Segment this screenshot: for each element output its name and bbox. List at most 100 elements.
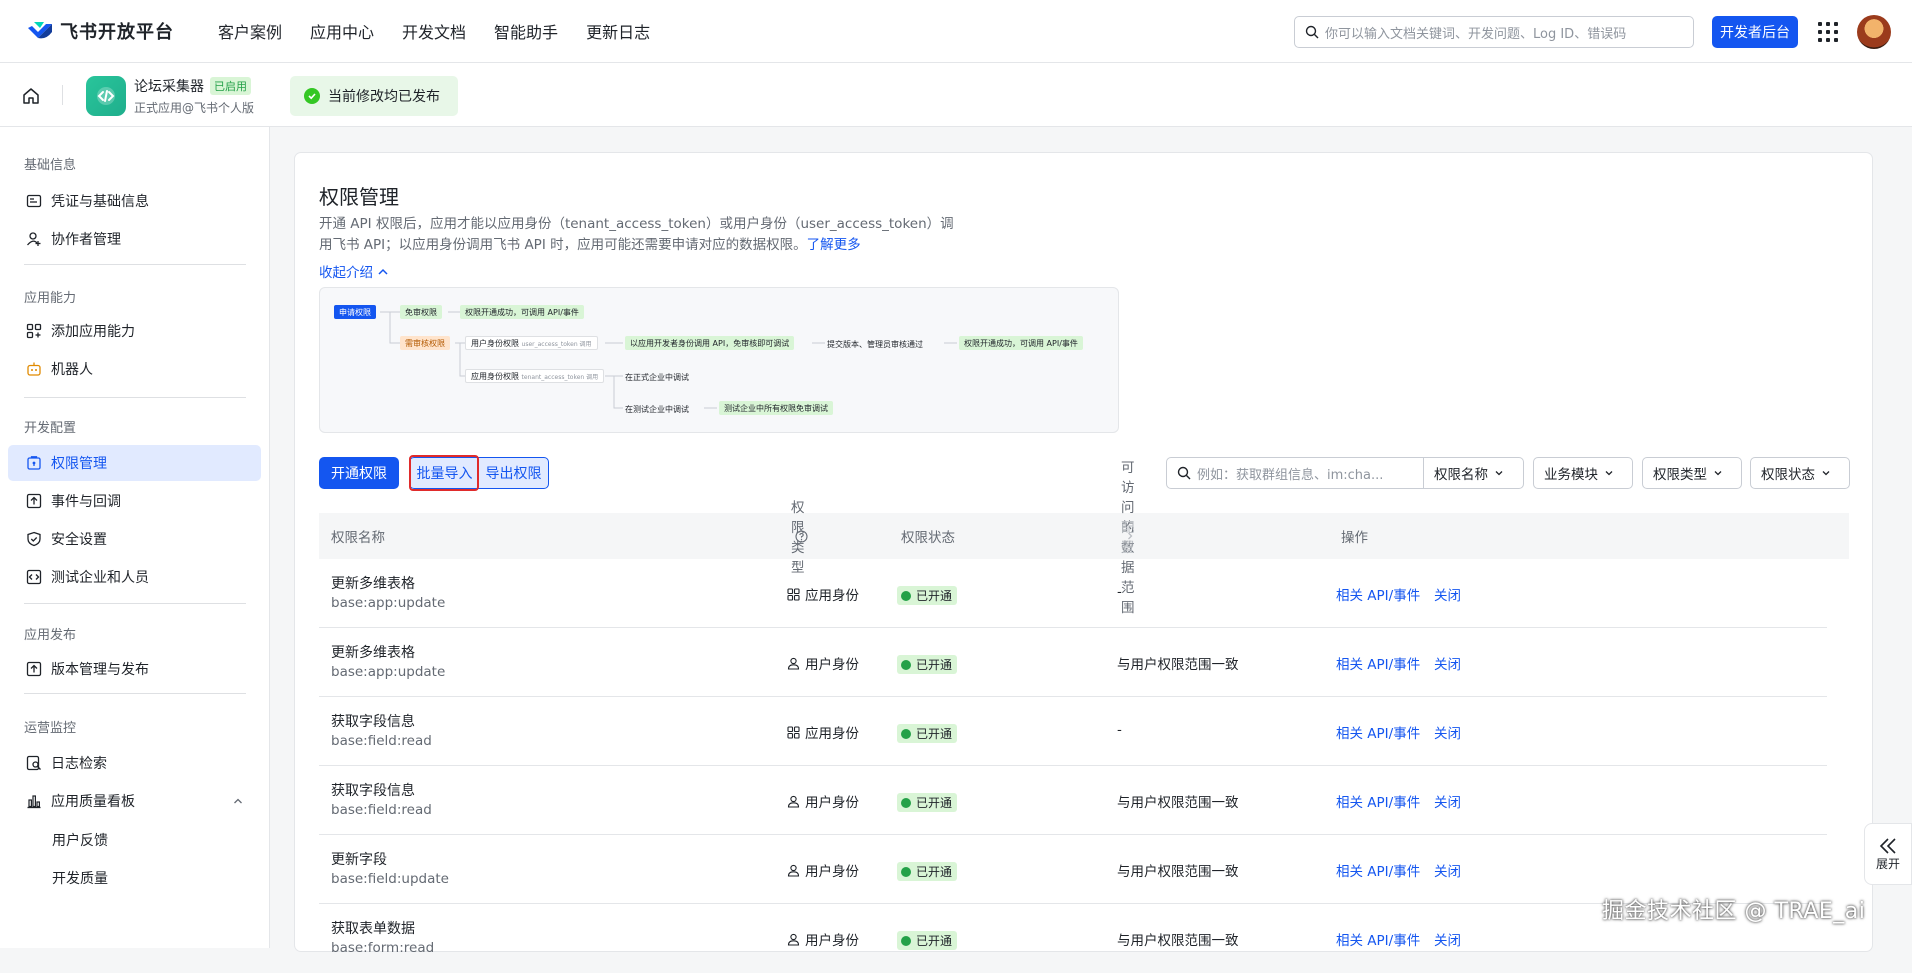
chevron-up-icon[interactable] <box>232 795 244 807</box>
flow-formal-node: 在正式企业中调试 <box>625 373 689 382</box>
app-grid-icon <box>787 587 800 601</box>
sidebar-item-label: 应用质量看板 <box>51 794 135 810</box>
permission-name: 获取表单数据 <box>331 921 415 937</box>
flow-test-node: 在测试企业中调试 <box>625 405 689 414</box>
check-circle-icon <box>901 728 911 739</box>
publish-status-text: 当前修改均已发布 <box>328 89 440 105</box>
close-permission-link[interactable]: 关闭 <box>1434 653 1461 673</box>
flow-free-node: 免审权限 <box>400 305 442 319</box>
permission-code: base:field:read <box>331 733 432 749</box>
chevron-up-icon <box>378 268 388 275</box>
brand-logo[interactable]: 飞书开放平台 <box>26 18 174 44</box>
data-scope: 与用户权限范围一致 <box>1117 657 1239 673</box>
collapse-intro-toggle[interactable]: 收起介绍 <box>319 261 389 281</box>
permission-code: base:field:update <box>331 871 449 887</box>
header-actions: 操作 <box>1341 530 1368 546</box>
global-search-input[interactable]: 你可以输入文档关键词、开发问题、Log ID、错误码 <box>1294 16 1694 48</box>
expand-panel-button[interactable]: 展开 <box>1864 823 1912 885</box>
developer-console-button[interactable]: 开发者后台 <box>1712 16 1798 48</box>
export-permission-button[interactable]: 导出权限 <box>479 458 548 488</box>
sidebar-subitem-user-feedback[interactable]: 用户反馈 <box>52 830 108 850</box>
app-icon <box>86 76 126 116</box>
sidebar-section-app-abilities: 应用能力 <box>24 291 77 306</box>
apps-grid-icon[interactable] <box>1818 22 1838 42</box>
close-permission-link[interactable]: 关闭 <box>1434 929 1461 949</box>
user-add-icon <box>27 232 41 246</box>
nav-app-center[interactable]: 应用中心 <box>310 19 374 43</box>
brand-name: 飞书开放平台 <box>60 22 174 43</box>
permission-type-filter[interactable]: 权限类型 <box>1642 457 1742 489</box>
permission-status-filter[interactable]: 权限状态 <box>1750 457 1850 489</box>
nav-ai-assistant[interactable]: 智能助手 <box>494 19 558 43</box>
related-api-link[interactable]: 相关 API/事件 <box>1336 584 1420 604</box>
app-grid-icon <box>787 725 800 739</box>
check-circle-icon <box>901 866 911 877</box>
nav-dev-docs[interactable]: 开发文档 <box>402 19 466 43</box>
status-badge: 已开通 <box>897 586 958 605</box>
sidebar-subitem-dev-quality[interactable]: 开发质量 <box>52 868 108 888</box>
sidebar-item-add-ability[interactable]: 添加应用能力 <box>8 313 261 349</box>
sidebar-divider <box>24 264 246 265</box>
close-permission-link[interactable]: 关闭 <box>1434 791 1461 811</box>
sidebar-item-security[interactable]: 安全设置 <box>8 521 261 557</box>
close-permission-link[interactable]: 关闭 <box>1434 584 1461 604</box>
chevron-down-icon <box>1605 471 1613 476</box>
sidebar-item-credentials[interactable]: 凭证与基础信息 <box>8 183 261 219</box>
sidebar-item-bot[interactable]: 机器人 <box>8 351 261 387</box>
user-icon <box>787 933 800 946</box>
status-badge: 已开通 <box>897 862 958 881</box>
permission-flow-diagram: 申请权限 免审权限 权限开通成功，可调用 API/事件 需审核权限 用户身份权限… <box>319 287 1119 433</box>
related-api-link[interactable]: 相关 API/事件 <box>1336 860 1420 880</box>
publish-status-banner: 当前修改均已发布 <box>290 76 458 116</box>
related-api-link[interactable]: 相关 API/事件 <box>1336 791 1420 811</box>
flow-app-token-node: 应用身份权限 tenant_access_token 调用 <box>465 369 605 383</box>
sidebar-item-label: 凭证与基础信息 <box>51 194 149 210</box>
nav-changelog[interactable]: 更新日志 <box>586 19 650 43</box>
nav-customer-cases[interactable]: 客户案例 <box>218 19 282 43</box>
flow-test-result-node: 测试企业中所有权限免审调试 <box>719 401 833 415</box>
home-icon[interactable] <box>22 87 40 105</box>
id-card-icon <box>26 194 42 208</box>
status-badge: 已开通 <box>897 931 958 950</box>
chevron-down-icon <box>1714 471 1722 476</box>
check-circle-icon <box>901 590 911 601</box>
check-circle-icon <box>901 935 911 946</box>
related-api-link[interactable]: 相关 API/事件 <box>1336 722 1420 742</box>
learn-more-link[interactable]: 了解更多 <box>807 237 861 253</box>
status-badge: 已开通 <box>897 724 958 743</box>
table-row: 获取字段信息 base:field:read 应用身份 已开通 - 相关 API… <box>319 697 1827 766</box>
flow-free-result-node: 权限开通成功，可调用 API/事件 <box>460 305 584 319</box>
close-permission-link[interactable]: 关闭 <box>1434 860 1461 880</box>
search-field-select[interactable]: 权限名称 <box>1423 457 1524 489</box>
close-permission-link[interactable]: 关闭 <box>1434 722 1461 742</box>
sidebar-section-monitoring: 运营监控 <box>24 721 77 736</box>
user-avatar[interactable] <box>1857 15 1891 49</box>
sidebar-item-test-enterprise[interactable]: 测试企业和人员 <box>8 559 261 595</box>
table-row: 更新字段 base:field:update 用户身份 已开通 与用户权限范围一… <box>319 835 1827 904</box>
sidebar-item-versions[interactable]: 版本管理与发布 <box>8 651 261 687</box>
related-api-link[interactable]: 相关 API/事件 <box>1336 929 1420 949</box>
permission-search-input[interactable]: 例如：获取群组信息、im:cha... <box>1166 457 1424 489</box>
search-placeholder: 你可以输入文档关键词、开发问题、Log ID、错误码 <box>1325 26 1627 42</box>
permission-name: 更新多维表格 <box>331 576 415 592</box>
table-row: 获取表单数据 base:form:read 用户身份 已开通 与用户权限范围一致… <box>319 904 1827 973</box>
sidebar-item-label: 测试企业和人员 <box>51 570 149 586</box>
watermark: 掘金技术社区 @ TRAE_ai <box>1602 899 1866 924</box>
app-header-bar: 论坛采集器 已启用 正式应用@飞书个人版 当前修改均已发布 <box>0 63 1912 127</box>
data-scope: - <box>1117 722 1122 738</box>
sidebar-item-quality-dashboard[interactable]: 应用质量看板 <box>8 783 261 819</box>
select-value: 权限名称 <box>1434 467 1488 483</box>
sidebar-item-permissions[interactable]: 权限管理 <box>8 445 261 481</box>
related-api-link[interactable]: 相关 API/事件 <box>1336 653 1420 673</box>
sidebar-item-collaborators[interactable]: 协作者管理 <box>8 221 261 257</box>
check-circle-icon <box>901 659 911 670</box>
enable-permission-button[interactable]: 开通权限 <box>319 457 399 489</box>
top-nav: 客户案例 应用中心 开发文档 智能助手 更新日志 <box>204 19 664 43</box>
data-scope: 与用户权限范围一致 <box>1117 864 1239 880</box>
sidebar-item-label: 权限管理 <box>51 456 107 472</box>
config-link[interactable]: 配置 <box>1121 516 1135 556</box>
sidebar-item-log-search[interactable]: 日志检索 <box>8 745 261 781</box>
permission-code: base:app:update <box>331 595 446 611</box>
sidebar-item-events[interactable]: 事件与回调 <box>8 483 261 519</box>
business-module-filter[interactable]: 业务模块 <box>1533 457 1633 489</box>
